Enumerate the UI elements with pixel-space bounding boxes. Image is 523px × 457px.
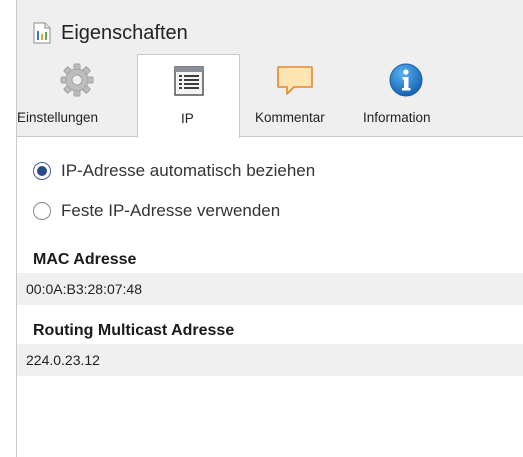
radio-static-ip[interactable]: Feste IP-Adresse verwenden	[33, 198, 280, 224]
radio-label: IP-Adresse automatisch beziehen	[61, 161, 316, 180]
tab-label: Einstellungen	[17, 110, 99, 125]
comment-icon	[275, 62, 315, 98]
panel-title-row: Eigenschaften	[33, 18, 188, 48]
tab-ip[interactable]: IP	[137, 54, 240, 138]
tab-label: Information	[363, 110, 431, 125]
mac-address-label: MAC Adresse	[33, 251, 137, 268]
tab-kommentar[interactable]: Kommentar	[238, 54, 351, 136]
radio-label: Feste IP-Adresse verwenden	[61, 201, 281, 220]
routing-multicast-value: 224.0.23.12	[17, 344, 523, 376]
tab-einstellungen[interactable]: Einstellungen	[17, 54, 137, 136]
panel-header: Eigenschaften Einstellungen IP Kommentar…	[17, 0, 523, 138]
tab-label: IP	[181, 111, 194, 126]
routing-multicast-label: Routing Multicast Adresse	[33, 322, 235, 339]
properties-document-icon	[33, 22, 51, 44]
ip-list-icon	[172, 63, 206, 99]
radio-automatic-ip[interactable]: IP-Adresse automatisch beziehen	[33, 158, 315, 184]
radio-button[interactable]	[33, 202, 51, 220]
panel-title: Eigenschaften	[61, 21, 188, 44]
info-icon	[388, 62, 424, 98]
tab-information[interactable]: Information	[351, 54, 461, 136]
mac-address-value: 00:0A:B3:28:07:48	[17, 273, 523, 305]
routing-multicast-text: 224.0.23.12	[26, 352, 100, 368]
tab-label: Kommentar	[255, 110, 325, 125]
properties-panel: Eigenschaften Einstellungen IP Kommentar…	[16, 0, 523, 457]
radio-button-checked[interactable]	[33, 162, 51, 180]
gear-icon	[60, 62, 94, 98]
mac-address-text: 00:0A:B3:28:07:48	[26, 281, 142, 297]
